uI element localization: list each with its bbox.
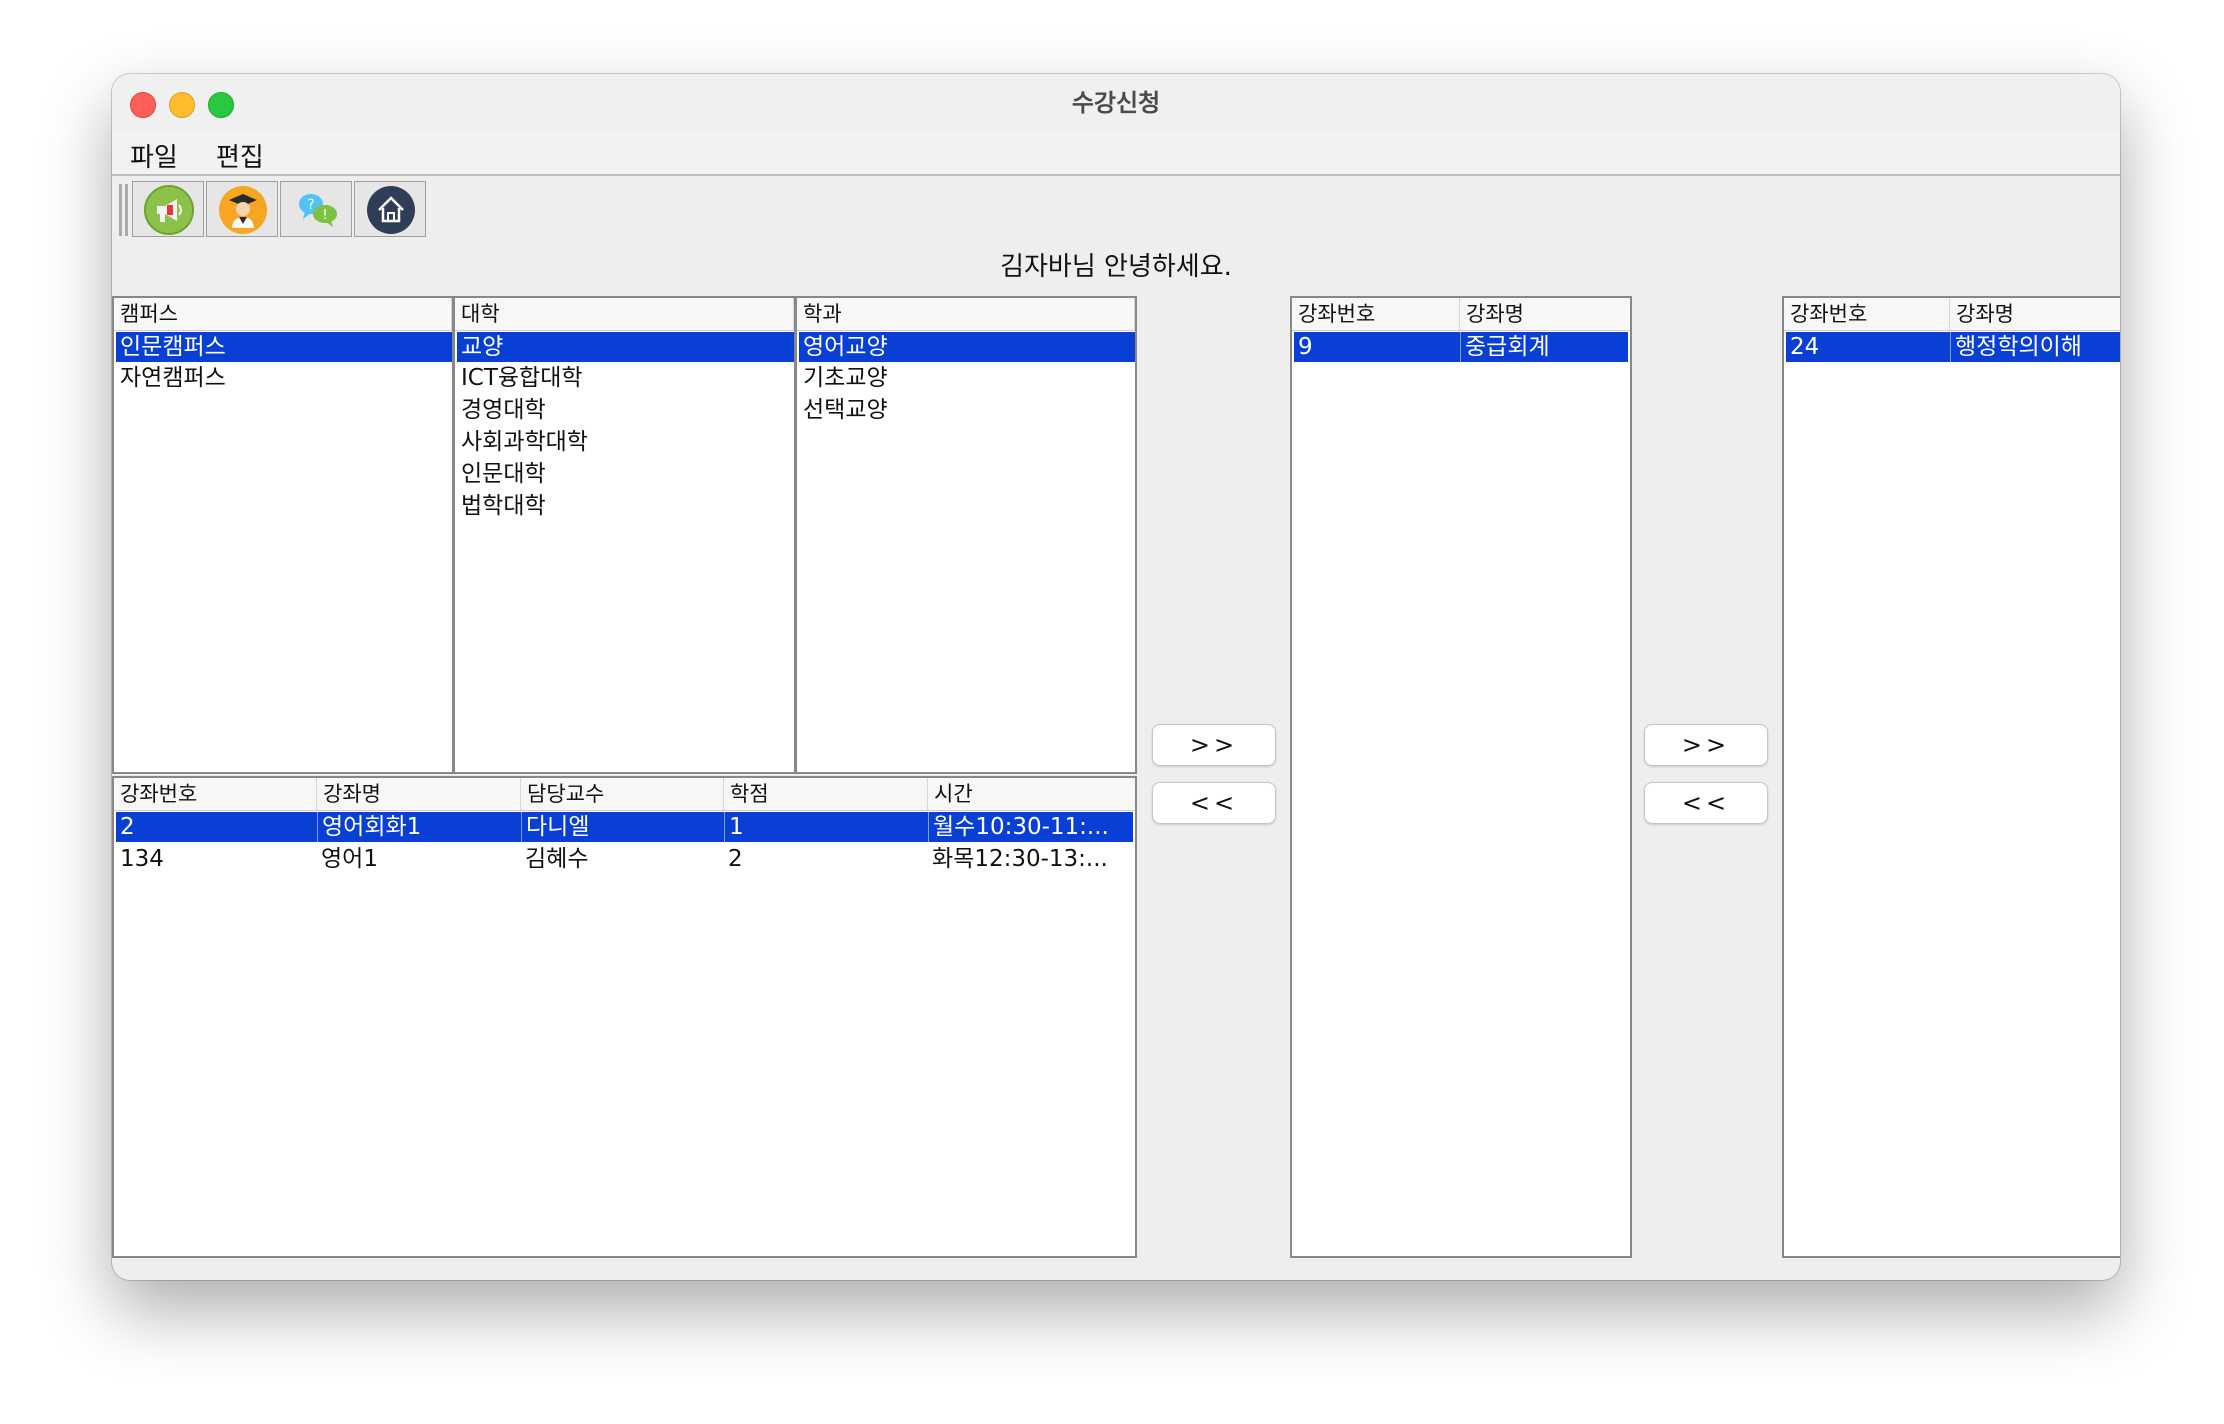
course-table[interactable]: 강좌번호 강좌명 담당교수 학점 시간 2 영어회화1 다니엘 1 월수10:3… — [112, 776, 1137, 1258]
list-item-department[interactable]: 선택교양 — [799, 395, 1135, 425]
list-item-department[interactable]: 기초교양 — [799, 363, 1135, 393]
college-header[interactable]: 대학 — [455, 298, 794, 330]
list-item-college[interactable]: ICT융합대학 — [457, 363, 794, 393]
department-item-label: 영어교양 — [803, 334, 888, 360]
cart-number-cell: 9 — [1298, 334, 1313, 360]
list-item-campus[interactable]: 자연캠퍼스 — [116, 363, 452, 393]
welcome-message: 김자바님 안녕하세요. — [1000, 252, 1232, 282]
campus-item-label: 인문캠퍼스 — [120, 334, 226, 360]
svg-text:!: ! — [322, 208, 327, 223]
college-list[interactable]: 대학 교양 ICT융합대학 경영대학 사회과학대학 인문대학 법학대학 — [453, 296, 796, 774]
department-header[interactable]: 학과 — [797, 298, 1135, 330]
college-item-label: 사회과학대학 — [461, 429, 588, 455]
table-row[interactable]: 2 영어회화1 다니엘 1 월수10:30-11:... — [116, 812, 1133, 842]
cart-table-header: 강좌번호 강좌명 — [1292, 298, 1630, 331]
menu-bar: 파일 편집 — [112, 132, 2120, 176]
graduate-icon — [219, 186, 267, 234]
course-credit-cell: 2 — [728, 846, 743, 872]
list-item-college[interactable]: 교양 — [457, 332, 794, 362]
list-item-college[interactable]: 인문대학 — [457, 459, 794, 489]
consult-button[interactable]: ? ! — [280, 181, 352, 237]
course-col-professor[interactable]: 담당교수 — [521, 778, 724, 810]
course-table-header: 강좌번호 강좌명 담당교수 학점 시간 — [114, 778, 1135, 811]
course-professor-cell: 김혜수 — [525, 846, 589, 872]
campus-item-label: 자연캠퍼스 — [120, 365, 226, 391]
registered-table[interactable]: 강좌번호 강좌명 24 행정학의이해 — [1782, 296, 2120, 1258]
cart-col-name[interactable]: 강좌명 — [1460, 298, 1630, 330]
college-item-label: 법학대학 — [461, 493, 546, 519]
registered-number-cell: 24 — [1790, 334, 1820, 360]
campus-list-header: 캠퍼스 — [114, 298, 452, 331]
course-col-name[interactable]: 강좌명 — [317, 778, 521, 810]
college-list-header: 대학 — [455, 298, 794, 331]
cart-table[interactable]: 강좌번호 강좌명 9 중급회계 — [1290, 296, 1632, 1258]
college-item-label: 교양 — [461, 334, 504, 360]
list-item-college[interactable]: 경영대학 — [457, 395, 794, 425]
college-item-label: 경영대학 — [461, 397, 546, 423]
remove-from-registered-button[interactable]: << — [1644, 782, 1768, 824]
megaphone-icon — [144, 185, 194, 235]
course-credit-cell: 1 — [724, 812, 928, 842]
course-time-cell: 월수10:30-11:... — [928, 812, 1133, 842]
list-item-campus[interactable]: 인문캠퍼스 — [116, 332, 452, 362]
menu-file[interactable]: 파일 — [130, 137, 178, 174]
list-item-college[interactable]: 법학대학 — [457, 491, 794, 521]
course-col-number[interactable]: 강좌번호 — [114, 778, 317, 810]
course-number-cell: 134 — [120, 846, 164, 872]
registered-name-cell: 행정학의이해 — [1950, 332, 2120, 362]
registered-table-header: 강좌번호 강좌명 — [1784, 298, 2120, 331]
chat-icon: ? ! — [299, 194, 337, 227]
cart-name-cell: 중급회계 — [1460, 332, 1628, 362]
app-window: 수강신청 파일 편집 ? ! 김자바님 안녕하세요. 캠퍼스 인문캠퍼스 자연캠… — [112, 74, 2120, 1280]
course-name-cell: 영어1 — [321, 846, 378, 872]
toolbar-grip-line — [125, 184, 128, 236]
department-list[interactable]: 학과 영어교양 기초교양 선택교양 — [795, 296, 1137, 774]
course-time-cell: 화목12:30-13:... — [932, 846, 1108, 872]
menu-edit[interactable]: 편집 — [216, 137, 264, 174]
toolbar-grip[interactable] — [119, 184, 122, 236]
student-button[interactable] — [206, 181, 278, 237]
campus-header[interactable]: 캠퍼스 — [114, 298, 452, 330]
campus-list[interactable]: 캠퍼스 인문캠퍼스 자연캠퍼스 — [112, 296, 454, 774]
course-number-cell: 2 — [120, 814, 135, 840]
course-professor-cell: 다니엘 — [521, 812, 724, 842]
department-item-label: 선택교양 — [803, 397, 888, 423]
registered-col-number[interactable]: 강좌번호 — [1784, 298, 1950, 330]
table-row[interactable]: 9 중급회계 — [1294, 332, 1628, 362]
add-to-cart-button[interactable]: >> — [1152, 724, 1276, 766]
course-col-credit[interactable]: 학점 — [724, 778, 928, 810]
svg-text:?: ? — [307, 197, 314, 213]
department-item-label: 기초교양 — [803, 365, 888, 391]
window-title: 수강신청 — [1071, 89, 1161, 117]
toolbar: ? ! — [112, 176, 2120, 242]
college-item-label: 인문대학 — [461, 461, 546, 487]
list-item-college[interactable]: 사회과학대학 — [457, 427, 794, 457]
list-item-department[interactable]: 영어교양 — [799, 332, 1135, 362]
cart-col-number[interactable]: 강좌번호 — [1292, 298, 1460, 330]
remove-from-cart-button[interactable]: << — [1152, 782, 1276, 824]
table-row[interactable]: 134 영어1 김혜수 2 화목12:30-13:... — [116, 844, 1133, 874]
title-bar: 수강신청 — [112, 74, 2120, 133]
course-name-cell: 영어회화1 — [317, 812, 521, 842]
home-button[interactable] — [354, 181, 426, 237]
notice-button[interactable] — [132, 181, 204, 237]
course-col-time[interactable]: 시간 — [928, 778, 1135, 810]
registered-col-name[interactable]: 강좌명 — [1950, 298, 2120, 330]
college-item-label: ICT융합대학 — [461, 365, 583, 391]
add-to-registered-button[interactable]: >> — [1644, 724, 1768, 766]
table-row[interactable]: 24 행정학의이해 — [1786, 332, 2120, 362]
department-list-header: 학과 — [797, 298, 1135, 331]
home-icon — [367, 186, 415, 234]
